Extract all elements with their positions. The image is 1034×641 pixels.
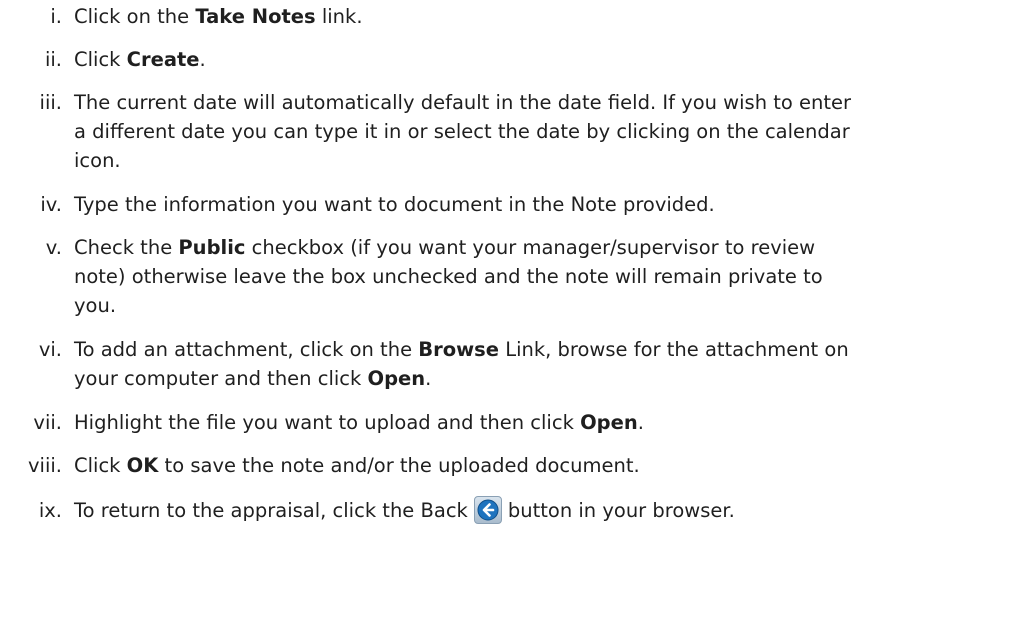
text-line: note) otherwise leave the box unchecked … <box>74 265 823 288</box>
text-run: . <box>425 367 432 390</box>
text-run: Click <box>74 454 127 477</box>
step-text: To return to the appraisal, click the Ba… <box>74 496 1024 525</box>
ui-term-browse: Browse <box>418 338 499 361</box>
text-run: Highlight the file you want to upload an… <box>74 411 581 434</box>
text-run: . <box>199 48 206 71</box>
text-line: To add an attachment, click on the Brows… <box>74 335 1024 364</box>
text-line: icon. <box>74 149 121 172</box>
step-text: The current date will automatically defa… <box>74 88 1024 175</box>
ui-term-take-notes: Take Notes <box>195 5 316 28</box>
text-run: your computer and then click <box>74 367 368 390</box>
text-line: Type the information you want to documen… <box>74 193 715 216</box>
text-run: Link, browse for the attachment on <box>499 338 849 361</box>
ui-term-ok: OK <box>126 454 159 477</box>
ui-term-open: Open <box>367 367 426 390</box>
back-arrow-glyph <box>477 499 499 521</box>
text-run: Check the <box>74 236 179 259</box>
step-numeral: ii. <box>44 48 62 71</box>
step-text: To add an attachment, click on the Brows… <box>74 335 1024 393</box>
step-numeral: ix. <box>38 499 62 522</box>
back-arrow-icon <box>473 496 502 524</box>
step-numeral: vii. <box>33 411 62 434</box>
step-numeral: v. <box>45 236 62 259</box>
text-line: The current date will automatically defa… <box>74 91 852 114</box>
step-text: Click on the Take Notes link. <box>74 2 1024 31</box>
step-text: Highlight the file you want to upload an… <box>74 408 1024 437</box>
ui-term-create: Create <box>126 48 200 71</box>
step-text: Check the Public checkbox (if you want y… <box>74 233 1024 320</box>
step-numeral: iv. <box>40 193 62 216</box>
text-line: you. <box>74 294 117 317</box>
text-run: link. <box>315 5 363 28</box>
text-run: To return to the appraisal, click the Ba… <box>74 499 468 522</box>
text-run: . <box>637 411 644 434</box>
text-run: To add an attachment, click on the <box>74 338 419 361</box>
text-run: button in your browser. <box>507 499 735 522</box>
text-run: Click <box>74 48 127 71</box>
text-line: your computer and then click Open. <box>74 364 1024 393</box>
step-text: Click Create. <box>74 45 1024 74</box>
ui-term-public: Public <box>178 236 246 259</box>
step-numeral: viii. <box>28 454 62 477</box>
document-page: i. Click on the Take Notes link. ii. Cli… <box>0 0 1034 641</box>
text-run: checkbox (if you want your manager/super… <box>245 236 816 259</box>
step-numeral: vi. <box>38 338 62 361</box>
text-run: Click on the <box>74 5 196 28</box>
step-numeral: iii. <box>39 91 62 114</box>
step-text: Click OK to save the note and/or the upl… <box>74 451 1024 480</box>
step-numeral: i. <box>50 5 62 28</box>
text-line: a different date you can type it in or s… <box>74 120 850 143</box>
text-line: Check the Public checkbox (if you want y… <box>74 233 1024 262</box>
step-text: Type the information you want to documen… <box>74 190 1024 219</box>
text-run: to save the note and/or the uploaded doc… <box>158 454 640 477</box>
ui-term-open: Open <box>580 411 638 434</box>
